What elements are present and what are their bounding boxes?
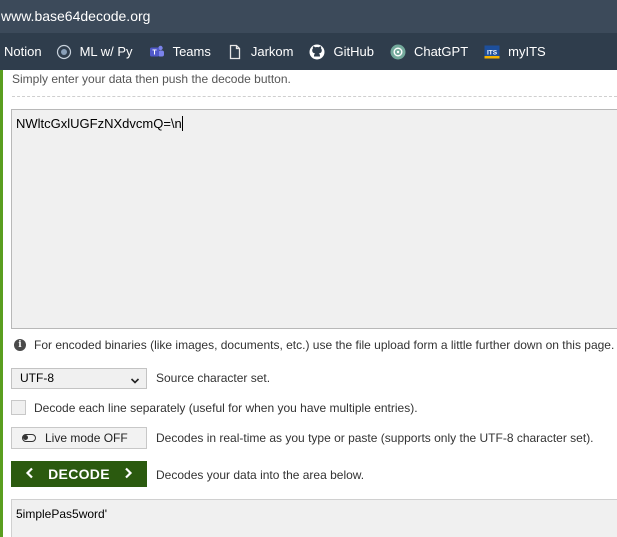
bookmark-notion[interactable]: Notion [4,33,42,70]
github-icon [309,44,325,60]
info-icon: i [14,339,26,351]
decode-lines-label: Decode each line separately (useful for … [34,401,418,415]
bookmark-teams[interactable]: T Teams [149,33,211,70]
charset-value: UTF-8 [20,371,54,385]
bookmark-github[interactable]: GitHub [309,33,374,70]
myits-icon: ITS [484,44,500,60]
charset-select[interactable]: UTF-8 [11,368,147,389]
live-mode-label: Live mode OFF [45,431,128,445]
decoded-output[interactable]: 5implePas5word' [11,499,617,537]
live-mode-button[interactable]: Live mode OFF [11,427,147,449]
live-mode-description: Decodes in real-time as you type or past… [156,431,594,445]
left-accent-stripe [0,70,3,537]
decode-description: Decodes your data into the area below. [156,468,365,482]
chevron-right-icon [124,467,133,482]
input-value: NWltcGxlUGFzNXdvcmQ=\n [16,116,182,131]
svg-text:ITS: ITS [487,49,498,56]
decode-button-label: DECODE [48,466,110,482]
bookmark-chatgpt[interactable]: ChatGPT [390,33,468,70]
bookmark-label: myITS [508,43,546,59]
decode-lines-checkbox[interactable] [11,400,26,415]
output-value: 5implePas5word' [16,507,108,521]
divider [12,96,617,97]
document-icon [227,44,243,60]
globe-icon [56,44,72,60]
address-bar[interactable]: www.base64decode.org [0,0,617,33]
bookmark-label: GitHub [333,43,374,59]
info-text: For encoded binaries (like images, docum… [34,338,615,352]
charset-label: Source character set. [156,371,271,385]
bookmark-label: ML w/ Py [79,43,133,59]
bookmark-label: Teams [172,43,211,59]
bookmark-label: Jarkom [250,43,294,59]
toggle-icon [22,434,36,442]
info-row: i For encoded binaries (like images, doc… [14,338,614,352]
text-caret [181,116,183,131]
url-text: www.base64decode.org [1,8,151,24]
svg-text:T: T [152,49,157,56]
intro-text: Simply enter your data then push the dec… [12,72,291,86]
chatgpt-icon [390,44,406,60]
bookmark-ml-w-py[interactable]: ML w/ Py [56,33,133,70]
bookmark-myits[interactable]: ITS myITS [484,33,546,70]
bookmark-label: Notion [4,43,42,59]
decode-button[interactable]: DECODE [11,461,147,487]
bookmark-jarkom[interactable]: Jarkom [227,33,294,70]
chevron-down-icon [130,373,140,392]
bookmarks-bar: Notion ML w/ Py T Teams Jarkom GitHub Ch… [0,33,617,70]
teams-icon: T [149,44,165,60]
bookmark-label: ChatGPT [413,43,469,59]
encoded-input[interactable]: NWltcGxlUGFzNXdvcmQ=\n [11,109,617,329]
chevron-left-icon [25,467,34,482]
